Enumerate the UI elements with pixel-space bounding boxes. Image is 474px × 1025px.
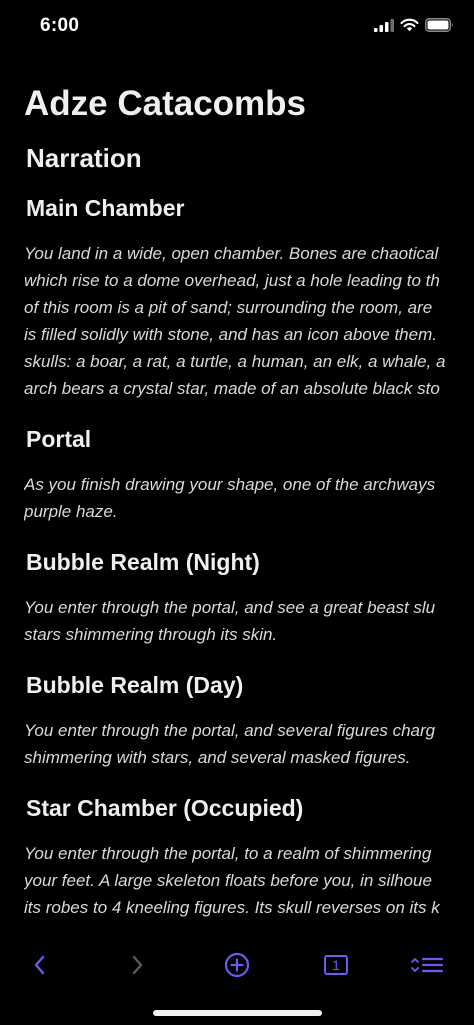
- battery-icon: [425, 18, 453, 32]
- chevron-left-icon: [34, 955, 45, 975]
- chevron-right-icon: [132, 955, 143, 975]
- home-indicator: [153, 1010, 322, 1016]
- entry-text-main-chamber[interactable]: You land in a wide, open chamber. Bones …: [24, 240, 474, 402]
- text-line: shimmering with stars, and several maske…: [24, 748, 411, 767]
- entry-heading-bubble-realm-night: Bubble Realm (Night): [26, 549, 260, 575]
- text-line: arch bears a crystal star, made of an ab…: [24, 379, 440, 398]
- text-line: skulls: a boar, a rat, a turtle, a human…: [24, 352, 446, 371]
- text-line: You enter through the portal, to a realm…: [24, 844, 432, 863]
- bottom-toolbar: 1: [0, 940, 474, 992]
- text-line: of this room is a pit of sand; surroundi…: [24, 298, 433, 317]
- forward-button[interactable]: [116, 940, 160, 990]
- entry-text-star-chamber-occupied[interactable]: You enter through the portal, to a realm…: [24, 840, 474, 921]
- add-button[interactable]: [215, 940, 259, 990]
- wifi-icon: [400, 18, 419, 32]
- plus-circle-icon: [224, 952, 250, 978]
- entry-text-portal[interactable]: As you finish drawing your shape, one of…: [24, 471, 474, 525]
- entry-heading-star-chamber-occupied: Star Chamber (Occupied): [26, 795, 304, 821]
- text-line: As you finish drawing your shape, one of…: [24, 475, 436, 494]
- page-title: Adze Catacombs: [24, 84, 307, 123]
- text-line: your feet. A large skeleton floats befor…: [24, 871, 432, 890]
- tab-count: 1: [332, 957, 340, 973]
- sort-list-icon: [411, 957, 444, 973]
- cellular-signal-icon: [374, 18, 394, 32]
- tab-count-icon: 1: [324, 955, 348, 975]
- entry-heading-portal: Portal: [26, 426, 92, 452]
- entry-heading-main-chamber: Main Chamber: [26, 195, 185, 221]
- status-time: 6:00: [40, 15, 80, 36]
- text-line: You enter through the portal, and severa…: [24, 721, 436, 740]
- text-line: You enter through the portal, and see a …: [24, 598, 436, 617]
- text-line: its robes to 4 kneeling figures. Its sku…: [24, 898, 440, 917]
- text-line: is filled solidly with stone, and has an…: [24, 325, 437, 344]
- entry-text-bubble-realm-night[interactable]: You enter through the portal, and see a …: [24, 594, 474, 648]
- text-line: purple haze.: [24, 502, 118, 521]
- tabs-button[interactable]: 1: [314, 940, 358, 990]
- section-heading-narration: Narration: [26, 143, 142, 173]
- text-line: which rise to a dome overhead, just a ho…: [24, 271, 440, 290]
- entry-text-bubble-realm-day[interactable]: You enter through the portal, and severa…: [24, 717, 474, 771]
- entry-heading-bubble-realm-day: Bubble Realm (Day): [26, 672, 244, 698]
- status-bar: 6:00: [0, 0, 474, 56]
- text-line: stars shimmering through its skin.: [24, 625, 278, 644]
- text-line: You land in a wide, open chamber. Bones …: [24, 244, 439, 263]
- status-icons: [374, 18, 454, 32]
- menu-button[interactable]: [404, 940, 450, 990]
- back-button[interactable]: [17, 940, 61, 990]
- document-content: Adze Catacombs Narration Main Chamber Yo…: [24, 78, 474, 935]
